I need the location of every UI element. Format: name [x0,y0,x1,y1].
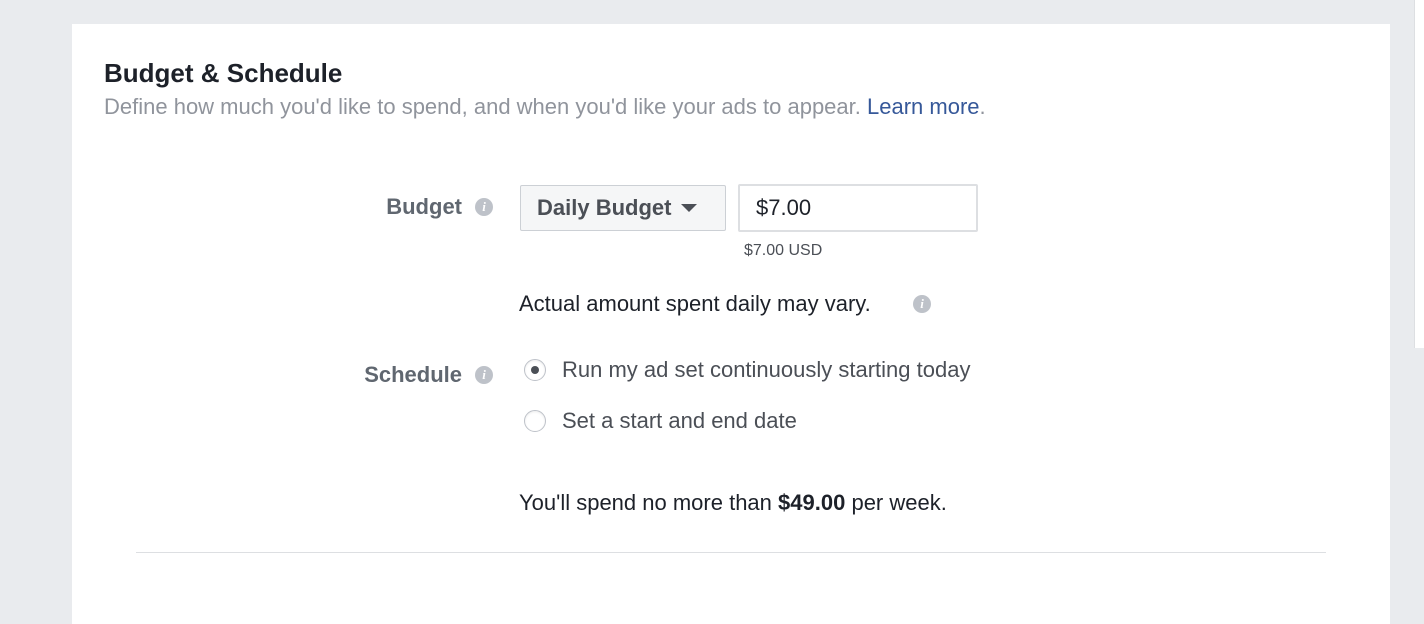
schedule-option-label: Run my ad set continuously starting toda… [562,357,971,382]
summary-suffix: per week. [851,490,947,515]
schedule-label: Schedule [364,362,462,387]
weekly-spend-summary: You'll spend no more than $49.00 per wee… [519,490,947,516]
radio-button[interactable] [524,410,546,432]
description-text: Define how much you'd like to spend, and… [104,94,861,119]
budget-amount-input[interactable] [738,184,978,232]
chevron-down-icon [681,204,698,212]
budget-schedule-panel: Budget & Schedule Define how much you'd … [72,24,1390,624]
section-divider [136,552,1326,553]
variance-note-text: Actual amount spent daily may vary. [519,291,871,316]
summary-amount: $49.00 [778,490,846,515]
radio-button-selected[interactable] [524,359,546,381]
info-icon[interactable]: i [913,295,931,313]
info-icon[interactable]: i [475,366,493,384]
currency-hint: $7.00 USD [744,242,823,259]
description-period: . [979,94,986,119]
adjacent-panel-edge [1414,0,1424,348]
summary-prefix: You'll spend no more than [519,490,772,515]
info-icon[interactable]: i [475,198,493,216]
section-description: Define how much you'd like to spend, and… [104,94,986,120]
schedule-option-label: Set a start and end date [562,408,797,433]
schedule-option-continuous[interactable]: Run my ad set continuously starting toda… [524,357,970,383]
variance-note: Actual amount spent daily may vary. [519,291,871,317]
budget-type-selected: Daily Budget [537,195,672,220]
budget-type-dropdown[interactable]: Daily Budget [520,185,726,231]
section-title: Budget & Schedule [104,58,343,88]
learn-more-link[interactable]: Learn more [867,94,980,119]
budget-label: Budget [386,194,462,219]
schedule-option-date-range[interactable]: Set a start and end date [524,408,797,434]
